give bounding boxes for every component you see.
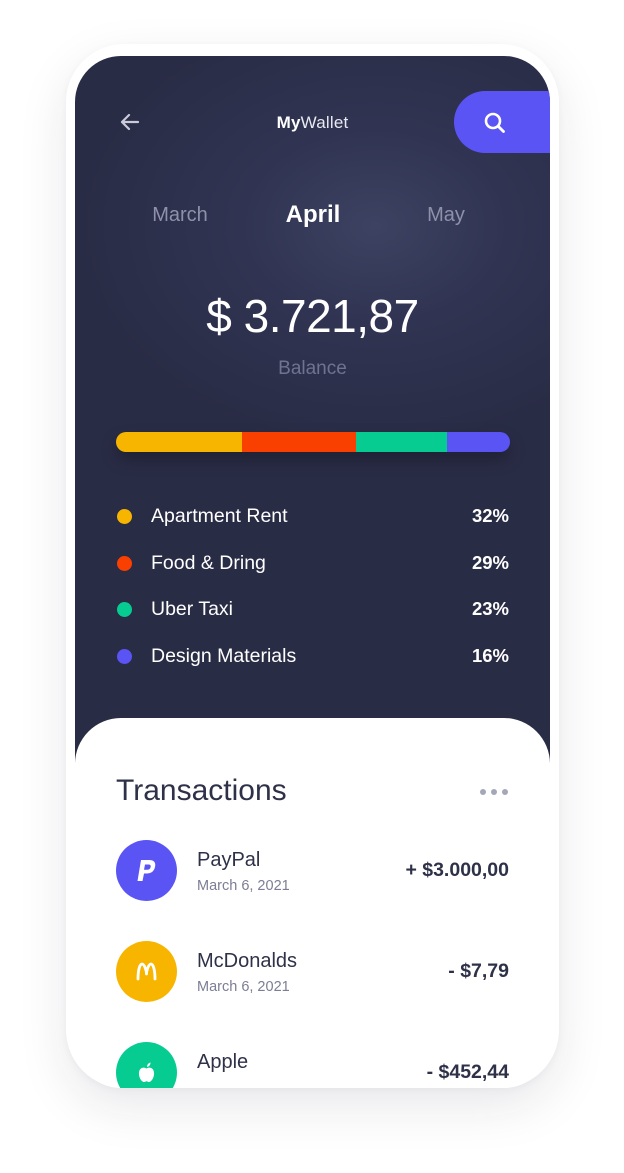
transaction-logo	[116, 840, 177, 901]
transaction-amount: - $7,79	[448, 960, 509, 982]
search-button[interactable]	[454, 91, 550, 153]
more-dot-icon	[502, 789, 508, 795]
transaction-row-mcdonalds[interactable]: McDonalds March 6, 2021 - $7,79	[75, 941, 550, 1005]
spending-bar-segment	[242, 432, 357, 452]
wallet-screen: MyWallet March April May $ 3.721,87 Bala…	[75, 56, 550, 1088]
category-name: Apartment Rent	[151, 505, 288, 527]
category-color-dot	[117, 649, 132, 664]
month-tab-may[interactable]: May	[376, 204, 516, 227]
balance-amount: $ 3.721,87	[206, 290, 419, 342]
transaction-name: Apple	[197, 1051, 249, 1073]
category-name: Design Materials	[151, 645, 297, 667]
transaction-logo	[116, 941, 177, 1002]
month-tab-april[interactable]: April	[243, 201, 383, 229]
category-color-dot	[117, 556, 132, 571]
category-name: Uber Taxi	[151, 598, 234, 620]
category-percent: 23%	[471, 598, 509, 619]
category-percent: 32%	[471, 505, 509, 526]
spending-bar-segment	[446, 432, 510, 452]
transaction-amount: + $3.000,00	[405, 859, 509, 881]
transaction-amount: - $452,44	[426, 1061, 509, 1083]
category-item-apartment-rent: Apartment Rent 32%	[75, 504, 550, 530]
spending-bar-segment	[356, 432, 447, 452]
transaction-logo	[116, 1042, 177, 1088]
mcdonalds-icon	[136, 962, 157, 981]
app-title-rest: Wallet	[300, 113, 349, 132]
transactions-sheet: Transactions PayPal March 6, 2021 + $3.0…	[75, 718, 550, 1088]
category-item-design-materials: Design Materials 16%	[75, 644, 550, 670]
apple-icon	[138, 1062, 155, 1082]
overview-panel: MyWallet March April May $ 3.721,87 Bala…	[75, 56, 550, 776]
app-title-bold: My	[276, 113, 301, 132]
spending-breakdown-bar	[116, 432, 510, 452]
more-dot-icon	[480, 789, 486, 795]
transaction-name: McDonalds	[197, 950, 298, 972]
search-icon	[484, 112, 505, 133]
category-item-food: Food & Dring 29%	[75, 551, 550, 577]
category-percent: 29%	[471, 552, 509, 573]
more-options-button[interactable]	[480, 786, 510, 796]
more-dot-icon	[491, 789, 497, 795]
category-item-uber-taxi: Uber Taxi 23%	[75, 597, 550, 623]
month-tab-march[interactable]: March	[110, 204, 250, 227]
transaction-date: March 6, 2021	[197, 979, 290, 995]
transactions-title: Transactions	[116, 774, 287, 807]
category-color-dot	[117, 602, 132, 617]
paypal-icon	[137, 860, 156, 881]
transaction-row-apple[interactable]: Apple - $452,44	[75, 1042, 550, 1088]
balance-label: Balance	[278, 358, 347, 379]
transaction-date: March 6, 2021	[197, 878, 290, 894]
spending-bar-segment	[116, 432, 243, 452]
transaction-name: PayPal	[197, 849, 261, 871]
transaction-row-paypal[interactable]: PayPal March 6, 2021 + $3.000,00	[75, 840, 550, 904]
category-name: Food & Dring	[151, 552, 266, 574]
month-selector: March April May	[75, 201, 550, 234]
category-color-dot	[117, 509, 132, 524]
category-percent: 16%	[471, 645, 509, 666]
